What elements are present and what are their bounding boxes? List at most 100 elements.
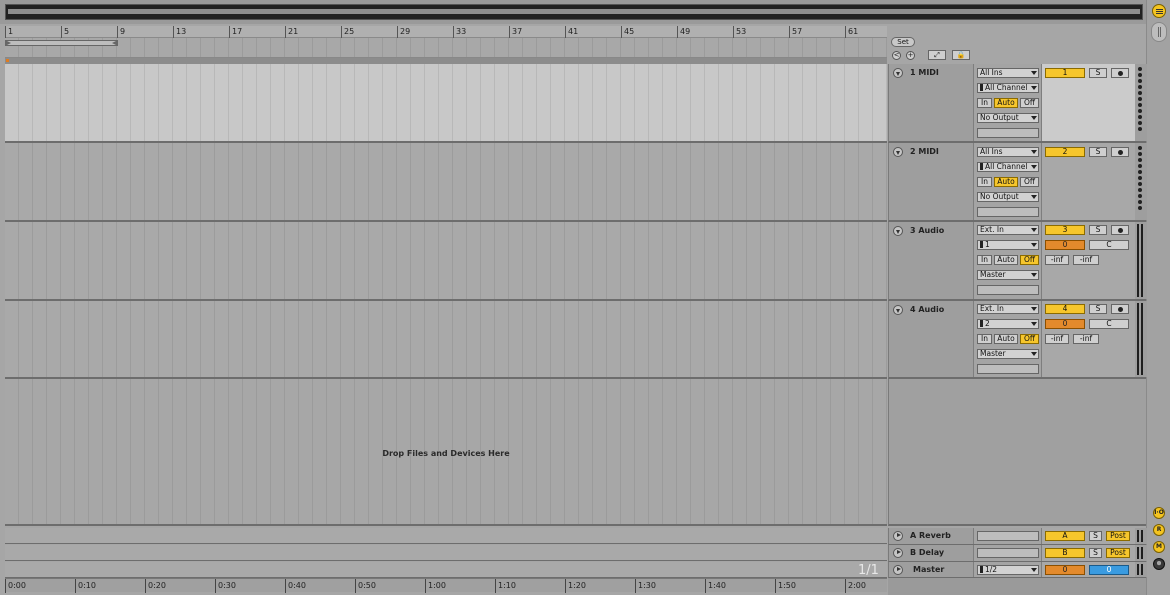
arm-record-icon[interactable] xyxy=(1111,304,1129,314)
solo-button[interactable]: S xyxy=(1089,548,1102,558)
io-toggle-button[interactable]: I·O xyxy=(1153,507,1165,519)
output-select[interactable]: No Output xyxy=(977,113,1039,123)
volume-field[interactable]: 0 xyxy=(1045,319,1085,329)
track-activator-button[interactable]: B xyxy=(1045,548,1085,558)
crossfader-toggle-button[interactable]: ⊗ xyxy=(1153,558,1165,570)
arm-record-icon[interactable] xyxy=(1111,147,1129,157)
track-name[interactable]: 4 Audio xyxy=(910,305,944,314)
monitor-auto-button[interactable]: Auto xyxy=(994,334,1018,344)
track-name[interactable]: 3 Audio xyxy=(910,226,944,235)
pre-post-button[interactable]: Post xyxy=(1106,548,1130,558)
overview-bar[interactable] xyxy=(0,0,1146,24)
output-field[interactable] xyxy=(977,531,1039,541)
beat-time-ruler[interactable]: 1 5 9 13 17 21 25 29 33 37 41 45 49 53 5… xyxy=(5,26,887,38)
solo-button[interactable]: S xyxy=(1089,304,1107,314)
input-type-select[interactable]: Ext. In xyxy=(977,225,1039,235)
track-2-header[interactable]: 2 MIDI All Ins All Channel In Auto Off N… xyxy=(888,143,1147,222)
return-a-lane[interactable] xyxy=(5,528,887,544)
track-name[interactable]: B Delay xyxy=(910,548,944,557)
track-2-lane[interactable] xyxy=(5,143,887,222)
track-name[interactable]: Master xyxy=(913,565,944,574)
peak-left-readout[interactable]: -inf xyxy=(1045,255,1069,265)
output-channel-field[interactable] xyxy=(977,364,1039,374)
set-locator-button[interactable]: Set xyxy=(891,37,915,47)
track-4-header[interactable]: 4 Audio Ext. In 2 In Auto Off Master 4 S… xyxy=(888,301,1147,379)
fold-icon[interactable] xyxy=(893,565,903,575)
time-ruler[interactable]: 0:00 0:10 0:20 0:30 0:40 0:50 1:00 1:10 … xyxy=(5,578,887,593)
loop-brace[interactable] xyxy=(5,40,118,46)
solo-button[interactable]: S xyxy=(1089,68,1107,78)
track-1-lane[interactable] xyxy=(5,64,887,143)
return-b-lane[interactable] xyxy=(5,545,887,561)
pre-post-button[interactable]: Post xyxy=(1106,531,1130,541)
arm-record-icon[interactable] xyxy=(1111,68,1129,78)
peak-right-readout[interactable]: -inf xyxy=(1073,334,1099,344)
prev-locator-button[interactable]: < xyxy=(892,51,901,60)
track-activator-button[interactable]: 1 xyxy=(1045,68,1085,78)
cue-output-select[interactable]: 1/2 xyxy=(977,565,1039,575)
menu-icon[interactable] xyxy=(1152,4,1166,18)
input-channel-select[interactable]: All Channel xyxy=(977,162,1039,172)
track-3-lane[interactable] xyxy=(5,222,887,301)
track-activator-button[interactable]: 2 xyxy=(1045,147,1085,157)
fold-icon[interactable] xyxy=(893,147,903,157)
vertical-scroll-thumb[interactable] xyxy=(1151,22,1167,42)
output-select[interactable]: Master xyxy=(977,270,1039,280)
pan-field[interactable]: C xyxy=(1089,319,1129,329)
input-type-select[interactable]: All Ins xyxy=(977,68,1039,78)
track-4-lane[interactable] xyxy=(5,301,887,379)
overview-strip[interactable] xyxy=(5,4,1143,20)
drop-area-header[interactable] xyxy=(888,379,1146,526)
track-activator-button[interactable]: 3 xyxy=(1045,225,1085,235)
loop-bar[interactable] xyxy=(5,38,887,58)
fold-icon[interactable] xyxy=(893,548,903,558)
input-type-select[interactable]: All Ins xyxy=(977,147,1039,157)
track-1-header[interactable]: 1 MIDI All Ins All Channel In Auto Off N… xyxy=(888,64,1147,143)
monitor-in-button[interactable]: In xyxy=(977,255,992,265)
peak-left-readout[interactable]: -inf xyxy=(1045,334,1069,344)
track-name[interactable]: A Reverb xyxy=(910,531,951,540)
expand-icon[interactable]: ⤢ xyxy=(928,50,946,60)
peak-right-readout[interactable]: -inf xyxy=(1073,255,1099,265)
return-b-header[interactable]: B Delay B S Post xyxy=(888,545,1147,562)
input-type-select[interactable]: Ext. In xyxy=(977,304,1039,314)
track-name[interactable]: 2 MIDI xyxy=(910,147,939,156)
input-channel-select[interactable]: 1 xyxy=(977,240,1039,250)
volume-field[interactable]: 0 xyxy=(1045,240,1085,250)
output-select[interactable]: No Output xyxy=(977,192,1039,202)
monitor-off-button[interactable]: Off xyxy=(1020,255,1039,265)
lock-icon[interactable]: 🔒 xyxy=(952,50,970,60)
add-locator-button[interactable]: + xyxy=(906,51,915,60)
solo-button[interactable]: S xyxy=(1089,531,1102,541)
output-channel-field[interactable] xyxy=(977,285,1039,295)
cue-volume-field[interactable]: 0 xyxy=(1089,565,1129,575)
input-channel-select[interactable]: 2 xyxy=(977,319,1039,329)
output-channel-field[interactable] xyxy=(977,128,1039,138)
track-activator-button[interactable]: A xyxy=(1045,531,1085,541)
master-lane[interactable] xyxy=(5,562,887,578)
fold-icon[interactable] xyxy=(893,226,903,236)
fold-icon[interactable] xyxy=(893,68,903,78)
master-header[interactable]: Master 1/2 0 0 xyxy=(888,562,1147,578)
monitor-off-button[interactable]: Off xyxy=(1020,334,1039,344)
monitor-auto-button[interactable]: Auto xyxy=(994,255,1018,265)
monitor-auto-button[interactable]: Auto xyxy=(994,98,1018,108)
monitor-auto-button[interactable]: Auto xyxy=(994,177,1018,187)
monitor-in-button[interactable]: In xyxy=(977,177,992,187)
track-3-header[interactable]: 3 Audio Ext. In 1 In Auto Off Master 3 S… xyxy=(888,222,1147,301)
monitor-in-button[interactable]: In xyxy=(977,98,992,108)
monitor-off-button[interactable]: Off xyxy=(1020,177,1039,187)
arm-record-icon[interactable] xyxy=(1111,225,1129,235)
monitor-in-button[interactable]: In xyxy=(977,334,992,344)
track-name[interactable]: 1 MIDI xyxy=(910,68,939,77)
output-channel-field[interactable] xyxy=(977,207,1039,217)
master-volume-field[interactable]: 0 xyxy=(1045,565,1085,575)
solo-button[interactable]: S xyxy=(1089,225,1107,235)
mixer-toggle-button[interactable]: M xyxy=(1153,541,1165,553)
output-select[interactable]: Master xyxy=(977,349,1039,359)
output-field[interactable] xyxy=(977,548,1039,558)
return-a-header[interactable]: A Reverb A S Post xyxy=(888,528,1147,545)
pan-field[interactable]: C xyxy=(1089,240,1129,250)
fold-icon[interactable] xyxy=(893,531,903,541)
monitor-off-button[interactable]: Off xyxy=(1020,98,1039,108)
